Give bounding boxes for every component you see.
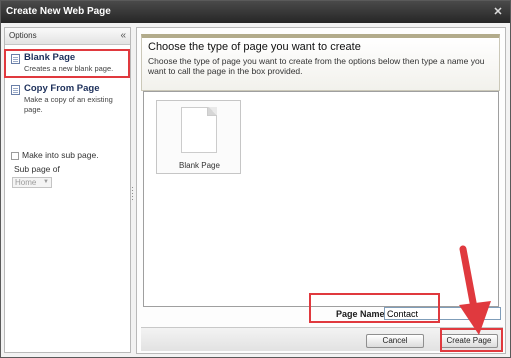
chevron-down-icon: ▼ bbox=[43, 179, 49, 185]
page-type-gallery: Blank Page bbox=[143, 91, 499, 307]
dialog-title: Create New Web Page bbox=[6, 6, 111, 17]
sub-page-checkbox-label: Make into sub page. bbox=[22, 150, 99, 160]
instructions-text: Choose the type of page you want to crea… bbox=[148, 56, 485, 76]
collapse-icon[interactable]: « bbox=[120, 28, 126, 43]
main-panel: Choose the type of page you want to crea… bbox=[136, 27, 506, 354]
option-title: Copy From Page bbox=[24, 83, 100, 94]
page-name-label: Page Name bbox=[336, 309, 385, 319]
create-page-dialog: Create New Web Page ✕ Options « Blank Pa… bbox=[0, 0, 511, 358]
page-title: Choose the type of page you want to crea… bbox=[148, 41, 361, 53]
options-header-label: Options bbox=[9, 31, 37, 40]
sub-page-checkbox[interactable] bbox=[11, 152, 19, 160]
page-fold-icon bbox=[207, 107, 217, 116]
sub-page-select-value: Home bbox=[15, 178, 37, 187]
option-blank-page[interactable]: Blank Page Creates a new blank page. bbox=[9, 52, 127, 78]
panel-splitter[interactable] bbox=[131, 186, 134, 202]
options-header: Options « bbox=[5, 28, 130, 45]
dialog-footer: Cancel Create Page bbox=[141, 327, 503, 351]
option-copy-from-page[interactable]: Copy From Page Make a copy of an existin… bbox=[9, 83, 127, 121]
tile-blank-page[interactable]: Blank Page bbox=[156, 100, 241, 174]
tile-label: Blank Page bbox=[179, 161, 220, 170]
instructions-header: Choose the type of page you want to crea… bbox=[141, 34, 500, 91]
dialog-titlebar: Create New Web Page ✕ bbox=[1, 1, 510, 23]
page-icon bbox=[11, 85, 20, 95]
option-description: Creates a new blank page. bbox=[24, 64, 114, 73]
page-name-input[interactable] bbox=[384, 307, 501, 320]
close-icon[interactable]: ✕ bbox=[492, 1, 504, 23]
option-title: Blank Page bbox=[24, 52, 76, 63]
option-description: Make a copy of an existing page. bbox=[24, 95, 113, 114]
create-page-button[interactable]: Create Page bbox=[440, 334, 498, 348]
cancel-button[interactable]: Cancel bbox=[366, 334, 424, 348]
page-icon bbox=[11, 54, 20, 64]
options-panel: Options « Blank Page Creates a new blank… bbox=[4, 27, 131, 353]
sub-page-select[interactable]: Home ▼ bbox=[12, 177, 52, 188]
sub-page-of-label: Sub page of bbox=[14, 164, 60, 174]
